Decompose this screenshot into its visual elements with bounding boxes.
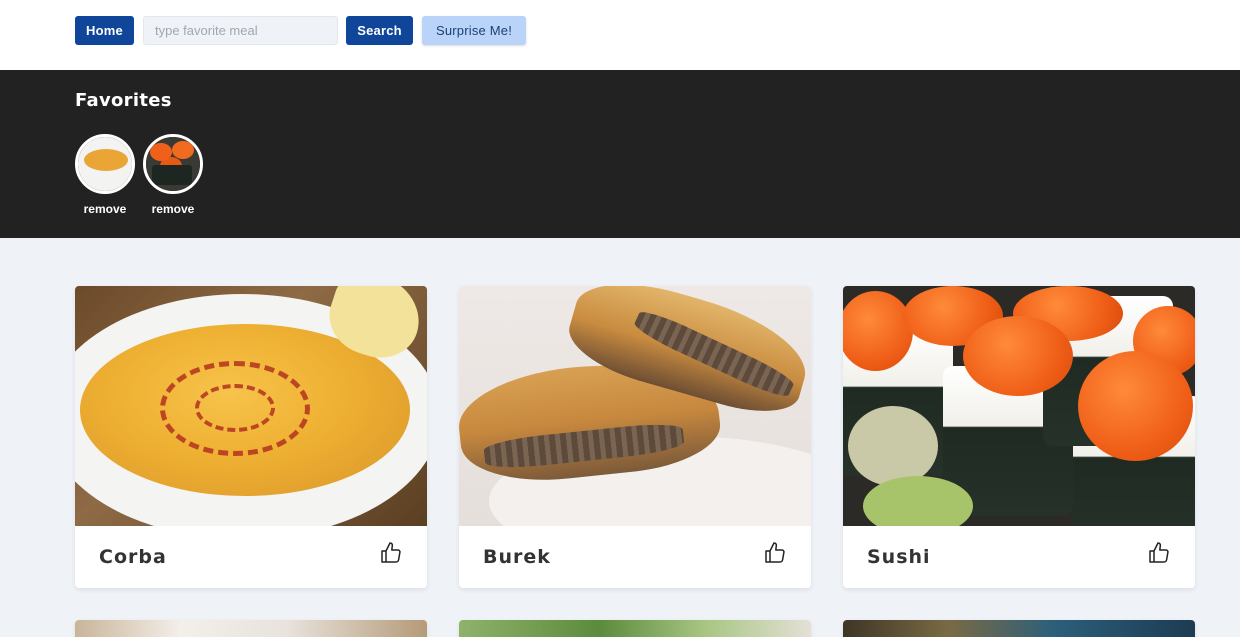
meal-card (75, 620, 427, 637)
meal-image (843, 620, 1195, 637)
sushi-roll-image (146, 137, 200, 191)
meal-card-burek: Burek (459, 286, 811, 588)
remove-favorite-button[interactable]: remove (152, 202, 195, 216)
top-navigation-bar: Home Search Surprise Me! (0, 0, 1240, 70)
meal-image (75, 620, 427, 637)
meat-pastry-image (459, 286, 811, 526)
thumbs-up-icon[interactable] (379, 540, 403, 566)
favorite-thumbnail-corba[interactable] (75, 134, 135, 194)
thumbs-up-icon[interactable] (1147, 540, 1171, 566)
meal-image (459, 620, 811, 637)
meal-card (843, 620, 1195, 637)
surprise-me-button[interactable]: Surprise Me! (422, 16, 526, 45)
meal-title: Corba (99, 546, 167, 568)
soup-bowl-image (78, 137, 132, 191)
favorites-title: Favorites (75, 90, 172, 111)
favorite-item: remove (143, 134, 203, 216)
search-button[interactable]: Search (346, 16, 413, 45)
meal-title: Sushi (867, 546, 931, 568)
meal-title: Burek (483, 546, 551, 568)
search-input[interactable] (143, 16, 338, 45)
sushi-rolls-image (843, 286, 1195, 526)
favorite-item: remove (75, 134, 135, 216)
favorites-section: Favorites remove remove (0, 70, 1240, 238)
meal-card-sushi: Sushi (843, 286, 1195, 588)
meal-card-corba: Corba (75, 286, 427, 588)
favorite-thumbnail-sushi[interactable] (143, 134, 203, 194)
remove-favorite-button[interactable]: remove (84, 202, 127, 216)
thumbs-up-icon[interactable] (763, 540, 787, 566)
meal-card (459, 620, 811, 637)
home-button[interactable]: Home (75, 16, 134, 45)
lentil-soup-image (75, 286, 427, 526)
